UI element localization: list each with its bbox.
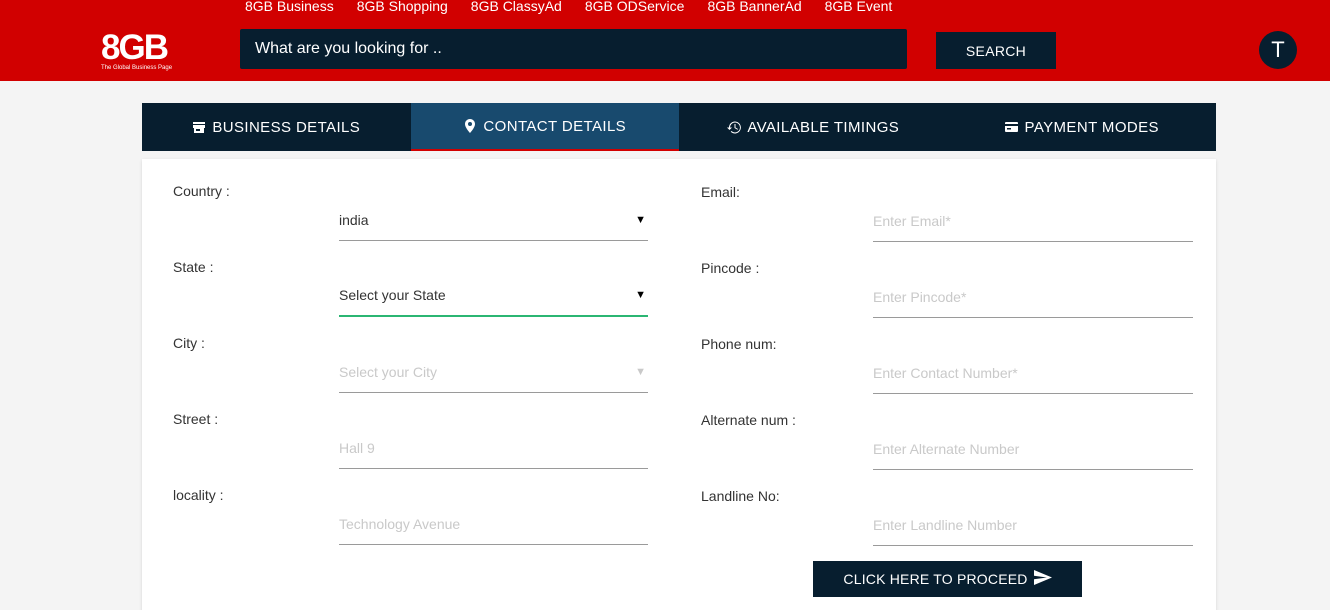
street-input[interactable]: Hall 9 [339,427,648,469]
tab-contact-details[interactable]: CONTACT DETAILS [410,103,679,151]
state-label: State : [173,259,214,275]
locality-label: locality : [173,487,224,503]
tab-payment-modes[interactable]: PAYMENT MODES [948,103,1217,151]
country-select[interactable]: india ▼ [339,199,648,241]
location-pin-icon [463,119,477,133]
nav-link-classyad[interactable]: 8GB ClassyAd [471,0,562,14]
street-label: Street : [173,411,219,427]
country-label: Country : [173,183,230,199]
pincode-placeholder: Enter Pincode* [873,288,967,305]
nav-link-shopping[interactable]: 8GB Shopping [357,0,448,14]
logo[interactable]: 8GB The Global Business Page [101,28,181,72]
country-value: india [339,211,369,228]
nav-link-business[interactable]: 8GB Business [245,0,334,14]
nav-link-bannerad[interactable]: 8GB BannerAd [707,0,801,14]
tab-available-timings[interactable]: AVAILABLE TIMINGS [679,103,948,151]
header: 8GB Business 8GB Shopping 8GB ClassyAd 8… [0,0,1330,81]
landline-label: Landline No: [701,488,780,504]
dropdown-arrow-icon: ▼ [635,213,646,226]
tab-label: AVAILABLE TIMINGS [747,118,900,136]
nav-link-event[interactable]: 8GB Event [825,0,893,14]
logo-tagline: The Global Business Page [101,65,173,71]
proceed-label: CLICK HERE TO PROCEED [843,571,1028,587]
locality-placeholder: Technology Avenue [339,515,461,532]
logo-text: 8GB [101,28,169,67]
card-icon [1005,120,1019,134]
email-input[interactable]: Enter Email* [873,200,1193,242]
city-label: City : [173,335,205,351]
top-nav: 8GB Business 8GB Shopping 8GB ClassyAd 8… [245,0,915,14]
pincode-label: Pincode : [701,260,760,276]
city-select[interactable]: Select your City ▼ [339,351,648,393]
phone-input[interactable]: Enter Contact Number* [873,352,1193,394]
send-icon [1033,570,1052,588]
tab-business-details[interactable]: BUSINESS DETAILS [142,103,411,151]
alternate-placeholder: Enter Alternate Number [873,440,1020,457]
tab-label: PAYMENT MODES [1024,118,1159,136]
state-select[interactable]: Select your State ▼ [339,275,648,317]
street-placeholder: Hall 9 [339,439,375,456]
search-input[interactable] [255,40,907,58]
tab-bar: BUSINESS DETAILS CONTACT DETAILS AVAILAB… [142,103,1216,151]
landline-placeholder: Enter Landline Number [873,516,1017,533]
landline-input[interactable]: Enter Landline Number [873,504,1193,546]
phone-placeholder: Enter Contact Number* [873,364,1018,381]
store-icon [192,120,206,134]
search-button[interactable]: SEARCH [936,32,1056,69]
search-box [240,29,907,69]
phone-label: Phone num: [701,336,777,352]
dropdown-arrow-icon: ▼ [635,289,646,301]
email-placeholder: Enter Email* [873,212,951,229]
history-icon [727,120,742,134]
tab-label: BUSINESS DETAILS [212,118,361,136]
alternate-label: Alternate num : [701,412,796,428]
locality-input[interactable]: Technology Avenue [339,503,648,545]
pincode-input[interactable]: Enter Pincode* [873,276,1193,318]
contact-form-card: Country : india ▼ State : Select your St… [142,159,1216,610]
city-placeholder: Select your City [339,363,438,380]
tab-label: CONTACT DETAILS [483,117,627,135]
alternate-input[interactable]: Enter Alternate Number [873,428,1193,470]
state-value: Select your State [339,287,446,303]
nav-link-odservice[interactable]: 8GB ODService [585,0,685,14]
dropdown-arrow-icon: ▼ [635,365,646,378]
proceed-button[interactable]: CLICK HERE TO PROCEED [813,561,1082,597]
email-label: Email: [701,184,740,200]
user-avatar[interactable]: T [1259,31,1297,69]
